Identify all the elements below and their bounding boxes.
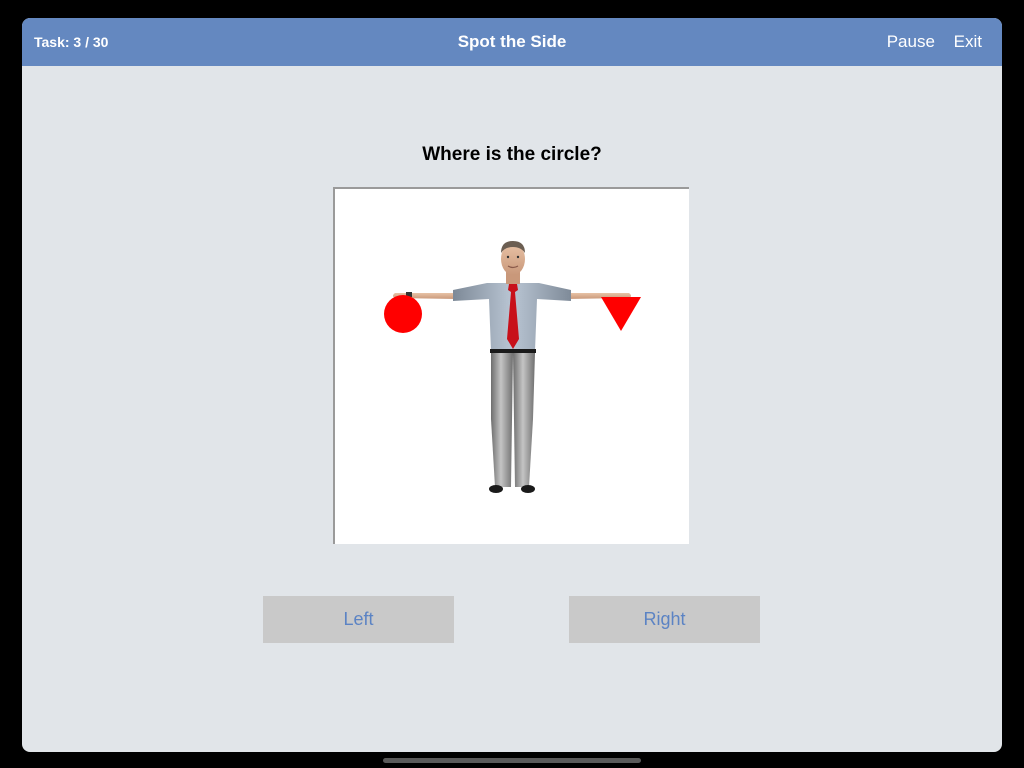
circle-shape: [384, 295, 422, 333]
left-button[interactable]: Left: [263, 596, 454, 643]
figure-illustration: [384, 241, 641, 493]
top-bar: Task: 3 / 30 Spot the Side Pause Exit: [22, 18, 1002, 66]
nav-actions: Pause Exit: [873, 18, 982, 66]
stimulus-image: [333, 187, 689, 544]
app-window: Task: 3 / 30 Spot the Side Pause Exit Wh…: [22, 18, 1002, 752]
man-belt: [490, 349, 536, 353]
man-head: [501, 241, 525, 284]
page-title: Spot the Side: [457, 32, 567, 51]
triangle-shape: [601, 297, 641, 331]
home-indicator[interactable]: [383, 758, 641, 763]
question-prompt: Where is the circle?: [422, 144, 602, 165]
right-button[interactable]: Right: [569, 596, 760, 643]
exit-button[interactable]: Exit: [954, 32, 982, 51]
man-pants: [491, 353, 535, 487]
pause-button[interactable]: Pause: [887, 32, 935, 51]
man-shoes: [489, 485, 535, 493]
